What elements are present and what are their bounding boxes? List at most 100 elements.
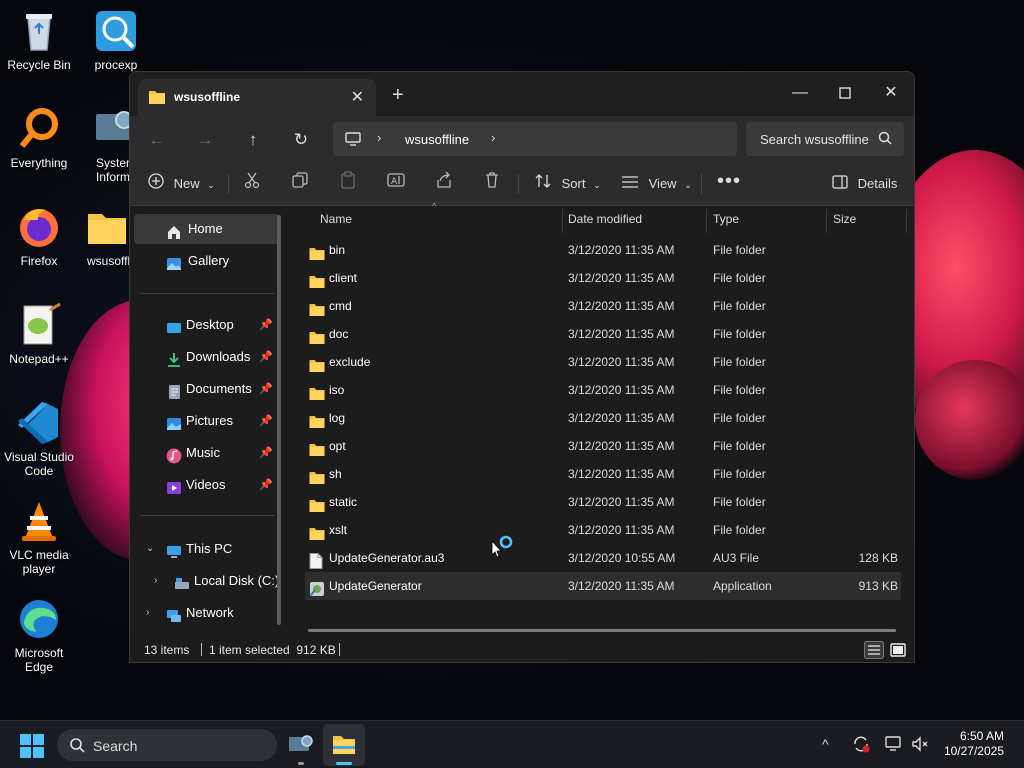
sidebar-item-downloads[interactable]: Downloads 📌 — [134, 342, 279, 372]
address-bar[interactable]: › wsusoffline › — [333, 122, 737, 156]
file-explorer-taskbar-button[interactable] — [323, 724, 365, 766]
minimize-icon[interactable]: — — [780, 78, 820, 108]
more-options-icon[interactable]: ••• — [717, 170, 741, 198]
sidebar-item-this-pc[interactable]: ⌄ This PC — [134, 534, 279, 564]
sort-ascending-icon: ^ — [432, 201, 437, 211]
pin-icon[interactable]: 📌 — [259, 310, 273, 340]
file-type: File folder — [713, 383, 766, 397]
table-row[interactable]: static 3/12/2020 11:35 AM File folder — [305, 488, 901, 516]
table-row[interactable]: UpdateGenerator 3/12/2020 11:35 AM Applica… — [305, 572, 901, 600]
desktop-icon-firefox[interactable]: Firefox — [0, 204, 78, 268]
desktop-icon-edge[interactable]: Microsoft Edge — [0, 596, 78, 674]
table-row[interactable]: cmd 3/12/2020 11:35 AM File folder — [305, 292, 901, 320]
chevron-right-icon[interactable]: › — [146, 598, 149, 628]
network-monitor-icon[interactable] — [884, 734, 904, 757]
paste-button[interactable] — [339, 170, 357, 198]
column-divider[interactable] — [706, 209, 707, 233]
breadcrumb-wsusoffline[interactable]: wsusoffline — [405, 132, 469, 147]
close-window-icon[interactable]: ✕ — [871, 78, 911, 108]
sidebar-item-pictures[interactable]: Pictures 📌 — [134, 406, 279, 436]
sidebar-item-videos[interactable]: Videos 📌 — [134, 470, 279, 500]
everything-icon — [16, 106, 62, 152]
maximize-icon[interactable] — [825, 78, 865, 108]
forward-arrow-icon[interactable]: → — [190, 127, 220, 153]
chevron-up-icon[interactable]: ^ — [822, 736, 829, 752]
file-name: client — [329, 271, 358, 285]
column-divider[interactable] — [562, 209, 563, 233]
desktop-icon-vscode[interactable]: Visual Studio Code — [0, 400, 78, 478]
details-button[interactable]: Details — [832, 170, 897, 198]
pin-icon[interactable]: 📌 — [259, 438, 273, 468]
column-divider[interactable] — [826, 209, 827, 233]
desktop-icon-everything[interactable]: Everything — [0, 106, 78, 170]
sidebar-item-label: Downloads — [186, 349, 251, 364]
table-row[interactable]: exclude 3/12/2020 11:35 AM File folder — [305, 348, 901, 376]
refresh-icon[interactable]: ↻ — [286, 127, 316, 153]
chevron-right-icon[interactable]: › — [377, 130, 381, 145]
cut-button[interactable] — [243, 170, 261, 198]
column-divider[interactable] — [906, 209, 907, 233]
desktop-icon-vlc[interactable]: VLC media player — [0, 498, 78, 576]
pin-icon[interactable]: 📌 — [259, 342, 273, 372]
table-row[interactable]: UpdateGenerator.au3 3/12/2020 10:55 AM AU3… — [305, 544, 901, 572]
chevron-right-icon[interactable]: › — [491, 130, 495, 145]
sidebar-item-desktop[interactable]: Desktop 📌 — [134, 310, 279, 340]
desktop-icon-notepadpp[interactable]: Notepad++ — [0, 302, 78, 366]
sidebar-item-gallery[interactable]: Gallery — [134, 246, 279, 276]
start-windows-icon[interactable] — [20, 734, 44, 761]
search-icon — [69, 737, 85, 756]
volume-muted-icon[interactable] — [910, 734, 930, 757]
tab-wsusoffline[interactable]: wsusoffline ✕ — [138, 79, 376, 117]
desktop-icon-procexp[interactable]: procexp — [77, 8, 155, 72]
sidebar-item-music[interactable]: Music 📌 — [134, 438, 279, 468]
pin-icon[interactable]: 📌 — [259, 406, 273, 436]
clock[interactable]: 6:50 AM 10/27/2025 — [944, 729, 1004, 759]
delete-button[interactable] — [483, 170, 501, 198]
table-row[interactable]: iso 3/12/2020 11:35 AM File folder — [305, 376, 901, 404]
chevron-right-icon[interactable]: › — [154, 566, 157, 596]
rename-button[interactable]: A — [387, 170, 405, 198]
table-row[interactable]: opt 3/12/2020 11:35 AM File folder — [305, 432, 901, 460]
table-row[interactable]: xslt 3/12/2020 11:35 AM File folder — [305, 516, 901, 544]
table-row[interactable]: client 3/12/2020 11:35 AM File folder — [305, 264, 901, 292]
table-row[interactable]: bin 3/12/2020 11:35 AM File folder — [305, 236, 901, 264]
gallery-icon — [166, 253, 182, 270]
search-input[interactable]: Search wsusoffline — [760, 132, 870, 147]
taskbar-search-input[interactable]: Search — [93, 738, 137, 754]
back-arrow-icon[interactable]: ← — [142, 127, 172, 153]
close-tab-icon[interactable]: ✕ — [351, 87, 364, 107]
sidebar-item-network[interactable]: › Network — [134, 598, 279, 628]
system-information-taskbar-icon[interactable] — [288, 733, 314, 760]
column-header-size[interactable]: Size — [833, 207, 856, 231]
horizontal-scrollbar[interactable] — [308, 629, 896, 632]
pin-icon[interactable]: 📌 — [259, 470, 273, 500]
sidebar-scrollbar[interactable] — [277, 215, 281, 625]
desktop-icon-recycle-bin[interactable]: Recycle Bin — [0, 8, 78, 72]
new-tab-icon[interactable]: + — [392, 84, 404, 107]
sidebar-item-local-disk[interactable]: › Local Disk (C:) — [134, 566, 279, 596]
new-button[interactable]: New ⌄ — [148, 170, 215, 198]
recycle-bin-icon — [16, 8, 62, 54]
share-button[interactable] — [435, 170, 453, 198]
view-button[interactable]: View ⌄ — [621, 170, 692, 198]
copy-button[interactable] — [291, 170, 309, 198]
details-view-icon[interactable] — [864, 641, 884, 659]
sort-button[interactable]: Sort ⌄ — [534, 170, 601, 198]
up-arrow-icon[interactable]: ↑ — [238, 127, 268, 153]
table-row[interactable]: doc 3/12/2020 11:35 AM File folder — [305, 320, 901, 348]
sync-icon[interactable] — [851, 734, 871, 757]
sidebar-item-documents[interactable]: Documents 📌 — [134, 374, 279, 404]
desktop-icon-wsusoffline[interactable]: wsusoffl — [84, 204, 130, 268]
column-header-date[interactable]: Date modified — [568, 207, 642, 231]
sidebar-item-home[interactable]: Home — [134, 214, 279, 244]
table-row[interactable]: log 3/12/2020 11:35 AM File folder — [305, 404, 901, 432]
vscode-icon — [16, 400, 62, 446]
taskbar-search-box[interactable]: Search — [57, 729, 277, 761]
column-header-type[interactable]: Type — [713, 207, 739, 231]
chevron-down-icon[interactable]: ⌄ — [146, 534, 154, 564]
search-box[interactable]: Search wsusoffline — [746, 122, 904, 156]
column-header-name[interactable]: Name — [320, 207, 352, 231]
table-row[interactable]: sh 3/12/2020 11:35 AM File folder — [305, 460, 901, 488]
large-icons-view-icon[interactable] — [888, 641, 908, 659]
pin-icon[interactable]: 📌 — [259, 374, 273, 404]
